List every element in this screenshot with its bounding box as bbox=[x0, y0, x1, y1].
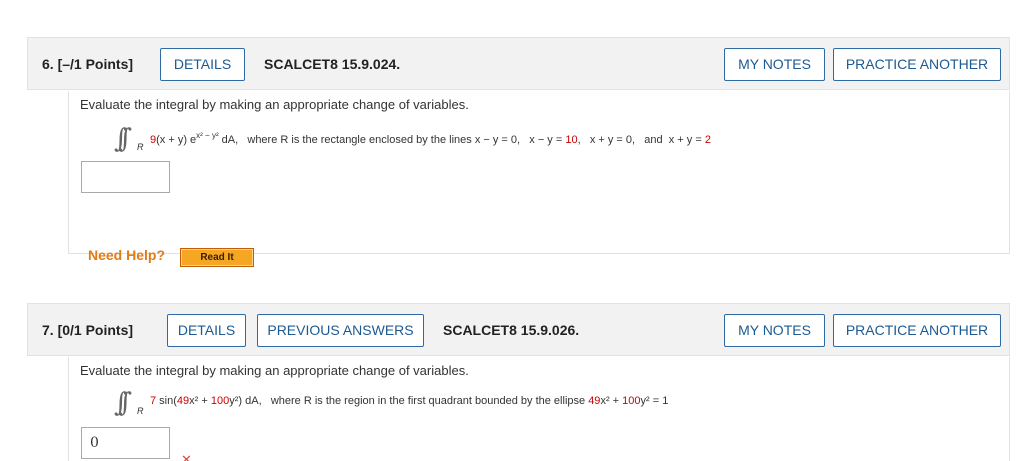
integral-expression: ∫∫ R 7 sin(49x² + 100y²) dA, where R is … bbox=[114, 388, 964, 418]
answer-input[interactable] bbox=[81, 161, 170, 193]
region-subscript: R bbox=[137, 142, 144, 152]
integrand: 9(x + y) ex² − y² dA, where R is the rec… bbox=[150, 131, 711, 146]
question-prompt: Evaluate the integral by making an appro… bbox=[80, 363, 469, 378]
question-prompt: Evaluate the integral by making an appro… bbox=[80, 97, 469, 112]
question-7-body: Evaluate the integral by making an appro… bbox=[68, 357, 1010, 461]
x-icon: ✕ bbox=[181, 452, 192, 461]
region-subscript: R bbox=[137, 406, 144, 416]
details-button[interactable]: DETAILS bbox=[167, 314, 246, 347]
question-6-body: Evaluate the integral by making an appro… bbox=[68, 91, 1010, 267]
integral-expression: ∫∫ R 9(x + y) ex² − y² dA, where R is th… bbox=[114, 124, 964, 154]
previous-answers-button[interactable]: PREVIOUS ANSWERS bbox=[257, 314, 424, 347]
read-it-button[interactable]: Read It bbox=[180, 248, 254, 267]
question-7-header: 7. [0/1 Points] DETAILS PREVIOUS ANSWERS… bbox=[27, 303, 1010, 356]
my-notes-button[interactable]: MY NOTES bbox=[724, 48, 825, 81]
my-notes-button[interactable]: MY NOTES bbox=[724, 314, 825, 347]
details-button[interactable]: DETAILS bbox=[160, 48, 245, 81]
question-7-title: 7. [0/1 Points] bbox=[42, 322, 134, 338]
practice-another-button[interactable]: PRACTICE ANOTHER bbox=[833, 314, 1001, 347]
double-integral-icon: ∫∫ bbox=[114, 388, 132, 418]
question-6-title: 6. [–/1 Points] bbox=[42, 56, 134, 72]
integrand: 7 sin(49x² + 100y²) dA, where R is the r… bbox=[150, 395, 669, 407]
question-6-code: SCALCET8 15.9.024. bbox=[264, 56, 401, 72]
double-integral-icon: ∫∫ bbox=[114, 124, 132, 154]
answer-input[interactable]: 0 bbox=[81, 427, 170, 459]
practice-another-button[interactable]: PRACTICE ANOTHER bbox=[833, 48, 1001, 81]
need-help-label: Need Help? bbox=[88, 247, 166, 263]
question-7-code: SCALCET8 15.9.026. bbox=[443, 322, 580, 338]
question-6-header: 6. [–/1 Points] DETAILS SCALCET8 15.9.02… bbox=[27, 37, 1010, 90]
